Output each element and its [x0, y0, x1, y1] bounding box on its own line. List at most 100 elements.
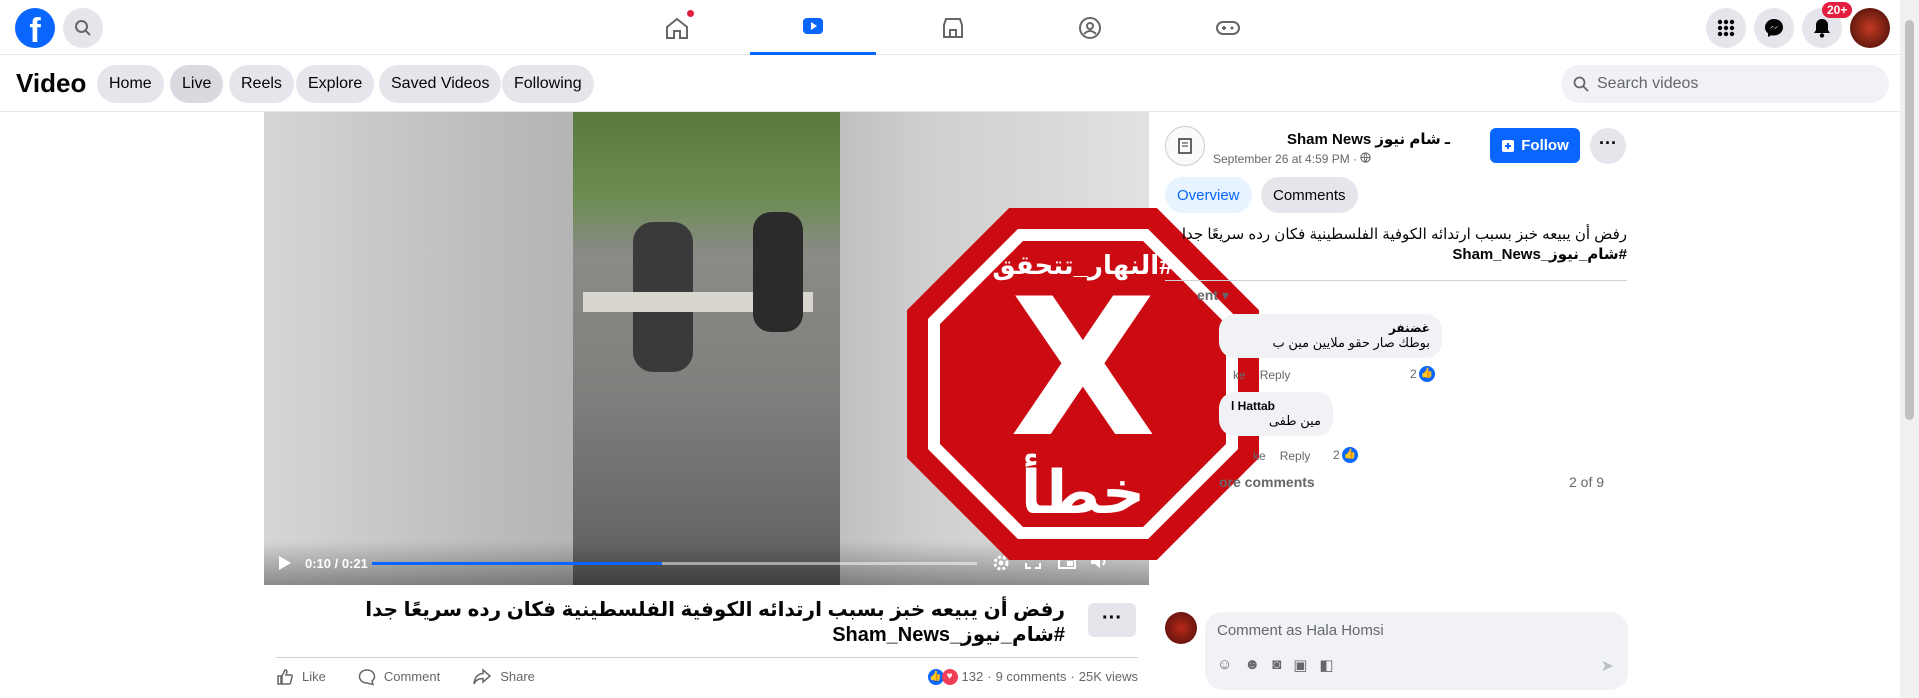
gaming-icon	[1216, 20, 1240, 35]
send-icon[interactable]: ➤	[1601, 656, 1614, 676]
video-action-bar: Like Comment Share 👍 ♥ 132 · 9 comments …	[276, 657, 1138, 695]
comment-like-button[interactable]: ke	[1233, 368, 1246, 382]
home-notification-dot	[687, 10, 694, 17]
tab-live[interactable]: Live	[170, 65, 224, 103]
caption-line-1: رفض أن يبيعه خبز بسبب ارتدائه الكوفية ال…	[365, 599, 1065, 621]
thumbs-up-icon	[277, 668, 293, 685]
caption-line-2: #شام_نيوز_Sham_News	[832, 624, 1065, 646]
video-frame	[573, 112, 840, 585]
search-icon	[75, 20, 91, 36]
tab-comments[interactable]: Comments	[1261, 177, 1358, 213]
comment-author[interactable]: غضنفر	[1231, 321, 1430, 335]
page-scrollbar[interactable]	[1900, 0, 1919, 698]
comment-reply-button[interactable]: Reply	[1280, 449, 1311, 463]
tab-overview[interactable]: Overview	[1165, 177, 1252, 213]
video-caption: رفض أن يبيعه خبز بسبب ارتدائه الكوفية ال…	[300, 598, 1065, 648]
chevron-down-icon: ▾	[1221, 287, 1229, 303]
like-reaction-icon: 👍	[1418, 366, 1435, 382]
comment-icon	[358, 668, 376, 686]
comment-item: l Hattab مين طفى	[1219, 392, 1333, 436]
follow-button[interactable]: Follow	[1490, 128, 1580, 163]
search-button[interactable]	[63, 8, 103, 48]
play-icon	[279, 556, 291, 570]
search-placeholder: Search videos	[1597, 75, 1699, 92]
comment-item: غضنفر بوطك صار حقو ملايين مين ب	[1219, 314, 1442, 358]
search-videos-input[interactable]: Search videos	[1561, 65, 1889, 103]
search-icon	[1573, 76, 1589, 92]
camera-icon[interactable]: ◙	[1272, 656, 1281, 674]
bell-icon	[1814, 19, 1830, 38]
avatar-sticker-icon[interactable]: ☺	[1217, 656, 1232, 674]
nav-video-tab[interactable]	[750, 0, 876, 55]
emoji-icon[interactable]: ☻	[1244, 656, 1260, 674]
video-more-button[interactable]: ···	[1088, 603, 1136, 637]
love-reaction-icon: ♥	[941, 668, 958, 685]
composer-tools: ☺ ☻ ◙ ▣ ◧	[1217, 656, 1334, 674]
post-text: رفض أن يبيعه خبز بسبب ارتدائه الكوفية ال…	[1179, 225, 1627, 265]
share-label: Share	[500, 669, 535, 684]
comments-pager: 2 of 9	[1569, 474, 1605, 490]
tab-reels[interactable]: Reels	[229, 65, 294, 103]
post-text-line-2[interactable]: #شام_نيوز_Sham_News	[1179, 245, 1627, 265]
nav-home-tab[interactable]	[614, 0, 740, 55]
nav-gaming-tab[interactable]	[1165, 0, 1291, 55]
tab-following[interactable]: Following	[502, 65, 594, 103]
time-display: 0:10 / 0:21	[305, 556, 368, 571]
page-name[interactable]: Sham News ـ شام نيوز	[1287, 130, 1450, 148]
profile-avatar[interactable]	[1850, 8, 1890, 48]
notifications-badge: 20+	[1822, 2, 1853, 18]
view-more-comments-link[interactable]: ore comments	[1219, 474, 1315, 490]
like-reaction-icon: 👍	[1341, 447, 1358, 463]
comment-label: Comment	[383, 669, 441, 684]
nav-groups-tab[interactable]	[1027, 0, 1153, 55]
sticker-icon[interactable]: ◧	[1319, 656, 1333, 674]
comment-actions: ke Reply	[1253, 449, 1310, 463]
page-title: Video	[16, 68, 87, 98]
post-timestamp: September 26 at 4:59 PM ·	[1213, 152, 1372, 166]
facebook-logo[interactable]: f	[15, 8, 55, 48]
video-subnav: Video Home Live Reels Explore Saved Vide…	[0, 56, 1900, 112]
groups-icon	[1079, 16, 1101, 39]
page-logo-icon	[1178, 138, 1192, 154]
grid-menu-icon	[1717, 19, 1735, 37]
follow-label: Follow	[1521, 137, 1569, 154]
menu-button[interactable]	[1706, 8, 1746, 48]
like-label: Like	[302, 669, 326, 684]
play-button[interactable]	[278, 555, 292, 574]
post-side-panel: Sham News ـ شام نيوز September 26 at 4:5…	[1149, 112, 1919, 698]
seek-bar[interactable]	[372, 562, 977, 565]
comment-like-button[interactable]: ke	[1253, 449, 1266, 463]
comment-sort-dropdown[interactable]: ent ▾	[1197, 287, 1229, 304]
comment-button[interactable]: Comment	[358, 668, 440, 686]
comment-author[interactable]: l Hattab	[1231, 399, 1321, 413]
share-button[interactable]: Share	[472, 667, 535, 686]
page-avatar[interactable]	[1165, 126, 1205, 166]
comment-composer[interactable]: Comment as Hala Homsi ☺ ☻ ◙ ▣ ◧ ➤	[1205, 612, 1628, 690]
post-text-line-1: رفض أن يبيعه خبز بسبب ارتدائه الكوفية ال…	[1181, 226, 1627, 243]
comment-reaction-count: 2 👍	[1333, 447, 1358, 463]
messenger-button[interactable]	[1754, 8, 1794, 48]
share-icon	[473, 667, 492, 684]
follow-page-icon	[1502, 139, 1515, 152]
tab-saved-videos[interactable]: Saved Videos	[379, 65, 502, 103]
current-user-avatar[interactable]	[1165, 612, 1197, 644]
views-count: 25K views	[1078, 669, 1138, 684]
nav-marketplace-tab[interactable]	[890, 0, 1016, 55]
messenger-icon	[1765, 19, 1783, 37]
comments-count[interactable]: 9 comments	[996, 669, 1067, 684]
video-person	[753, 212, 803, 332]
comment-input-placeholder: Comment as Hala Homsi	[1217, 622, 1384, 639]
tab-explore[interactable]: Explore	[296, 65, 375, 103]
globe-icon	[1360, 152, 1372, 163]
like-button[interactable]: Like	[276, 668, 326, 686]
reaction-count[interactable]: 132	[962, 669, 984, 684]
marketplace-icon	[943, 17, 963, 38]
comment-text: بوطك صار حقو ملايين مين ب	[1272, 335, 1430, 350]
engagement-stats: 👍 ♥ 132 · 9 comments · 25K views	[927, 668, 1138, 685]
scrollbar-thumb[interactable]	[1905, 20, 1914, 420]
comment-reply-button[interactable]: Reply	[1260, 368, 1291, 382]
tab-home[interactable]: Home	[97, 65, 164, 103]
top-navigation-bar: f 20+	[0, 0, 1900, 55]
post-options-button[interactable]: ···	[1590, 128, 1626, 164]
gif-icon[interactable]: ▣	[1293, 656, 1307, 674]
